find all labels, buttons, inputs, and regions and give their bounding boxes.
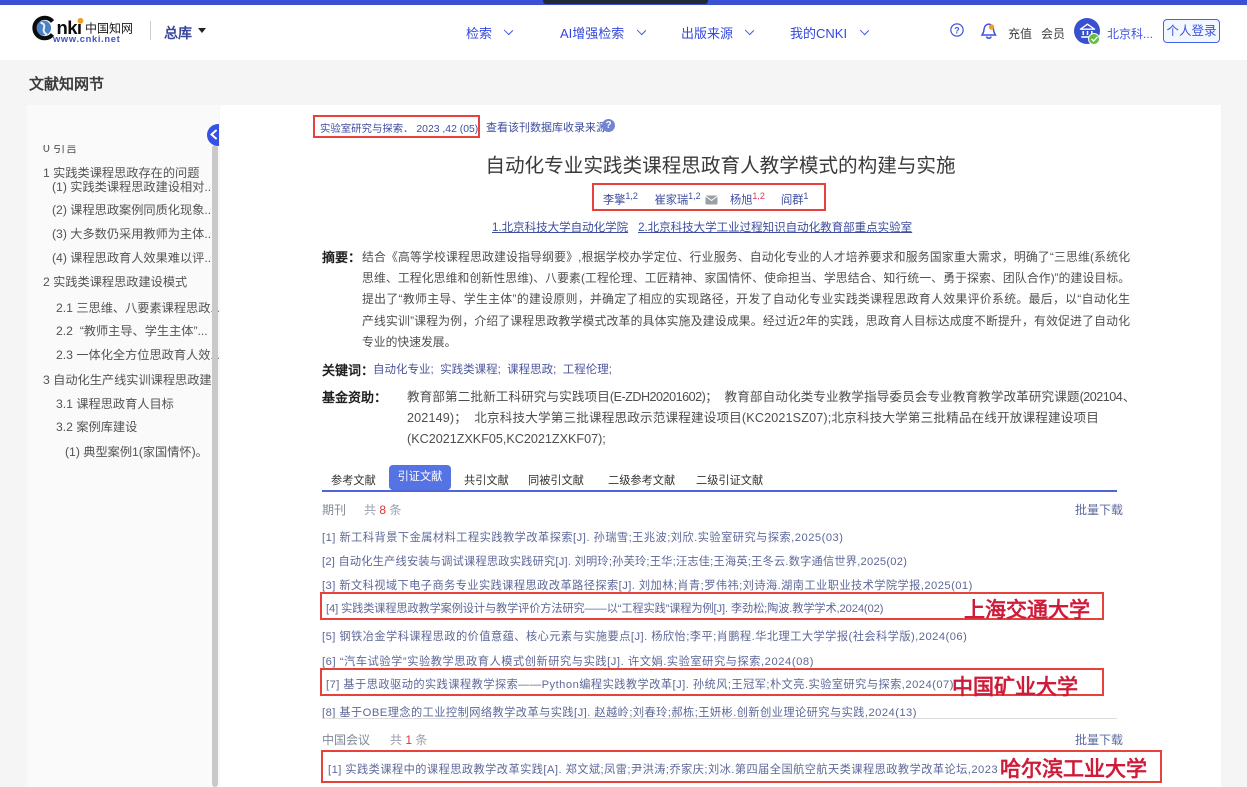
svg-text:?: ? — [954, 25, 959, 35]
svg-text:www.cnki.net: www.cnki.net — [52, 34, 120, 44]
